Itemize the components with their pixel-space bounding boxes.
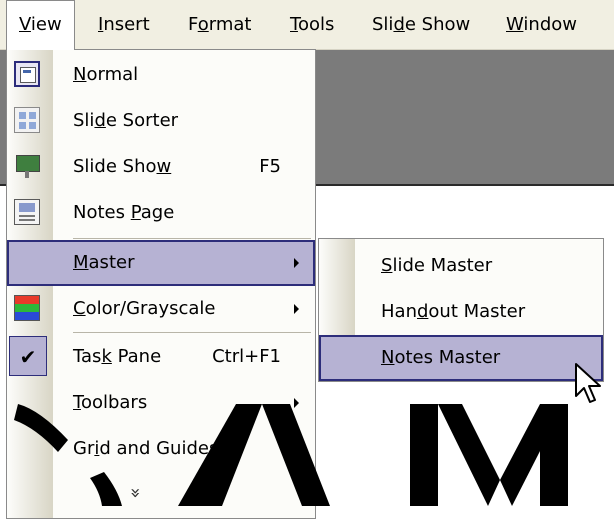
menu-item-label: Slide Sorter (73, 110, 179, 131)
menu-item-label: Grid and Guides... (73, 438, 236, 459)
mouse-pointer-icon (575, 363, 601, 403)
menu-item-color-grayscale[interactable]: Color/Grayscale (7, 286, 315, 332)
menu-tools[interactable]: Tools (278, 0, 346, 50)
submenu-arrow-icon (294, 398, 299, 408)
menu-item-label: Slide Show (73, 156, 172, 177)
menu-slide-show[interactable]: Slide Show (360, 0, 482, 50)
menu-item-slide-sorter[interactable]: Slide Sorter (7, 98, 315, 144)
shortcut-label: Ctrl+F1 (212, 346, 281, 367)
view-menu-dropdown: Normal Slide Sorter Slide Show F5 Notes … (6, 49, 316, 519)
color-grayscale-icon (14, 295, 40, 321)
menu-item-label: Task Pane (73, 346, 162, 367)
slide-sorter-icon (14, 107, 40, 133)
submenu-item-notes-master[interactable]: Notes Master (319, 335, 603, 381)
menu-item-normal[interactable]: Normal (7, 52, 315, 98)
submenu-item-slide-master[interactable]: Slide Master (319, 243, 603, 289)
menu-item-label: Normal (73, 64, 139, 85)
expand-chevron-icon: » (125, 487, 146, 499)
menu-item-label: Notes Page (73, 202, 175, 223)
menu-item-label: Handout Master (381, 301, 526, 322)
shortcut-label: F5 (259, 156, 281, 177)
menu-item-slide-show[interactable]: Slide Show F5 (7, 144, 315, 190)
menu-insert[interactable]: Insert (86, 0, 162, 50)
menu-item-label: Master (73, 252, 135, 273)
menu-separator (73, 238, 311, 239)
submenu-item-handout-master[interactable]: Handout Master (319, 289, 603, 335)
menu-item-toolbars[interactable]: Toolbars (7, 380, 315, 426)
menu-format[interactable]: Format (176, 0, 263, 50)
menu-view[interactable]: View (6, 0, 75, 50)
slide-show-icon (14, 153, 40, 179)
menu-item-grid-and-guides[interactable]: Grid and Guides... (7, 426, 315, 472)
menu-item-notes-page[interactable]: Notes Page (7, 190, 315, 236)
menu-bar: View Insert Format Tools Slide Show Wind… (0, 0, 614, 50)
menu-item-label: Slide Master (381, 255, 493, 276)
submenu-arrow-icon (294, 304, 299, 314)
menu-item-label: Toolbars (73, 392, 148, 413)
master-submenu: Slide Master Handout Master Notes Master (318, 238, 604, 382)
menu-expand[interactable]: » (7, 470, 315, 516)
normal-view-icon (14, 61, 40, 87)
menu-item-label: Color/Grayscale (73, 298, 216, 319)
menu-item-task-pane[interactable]: ✔ Task Pane Ctrl+F1 (7, 334, 315, 380)
menu-separator (73, 332, 311, 333)
checkmark-icon: ✔ (9, 336, 47, 376)
notes-page-icon (14, 199, 40, 225)
submenu-arrow-icon (294, 258, 299, 268)
menu-window[interactable]: Window (494, 0, 589, 50)
menu-item-label: Notes Master (381, 347, 501, 368)
menu-item-master[interactable]: Master (7, 240, 315, 286)
